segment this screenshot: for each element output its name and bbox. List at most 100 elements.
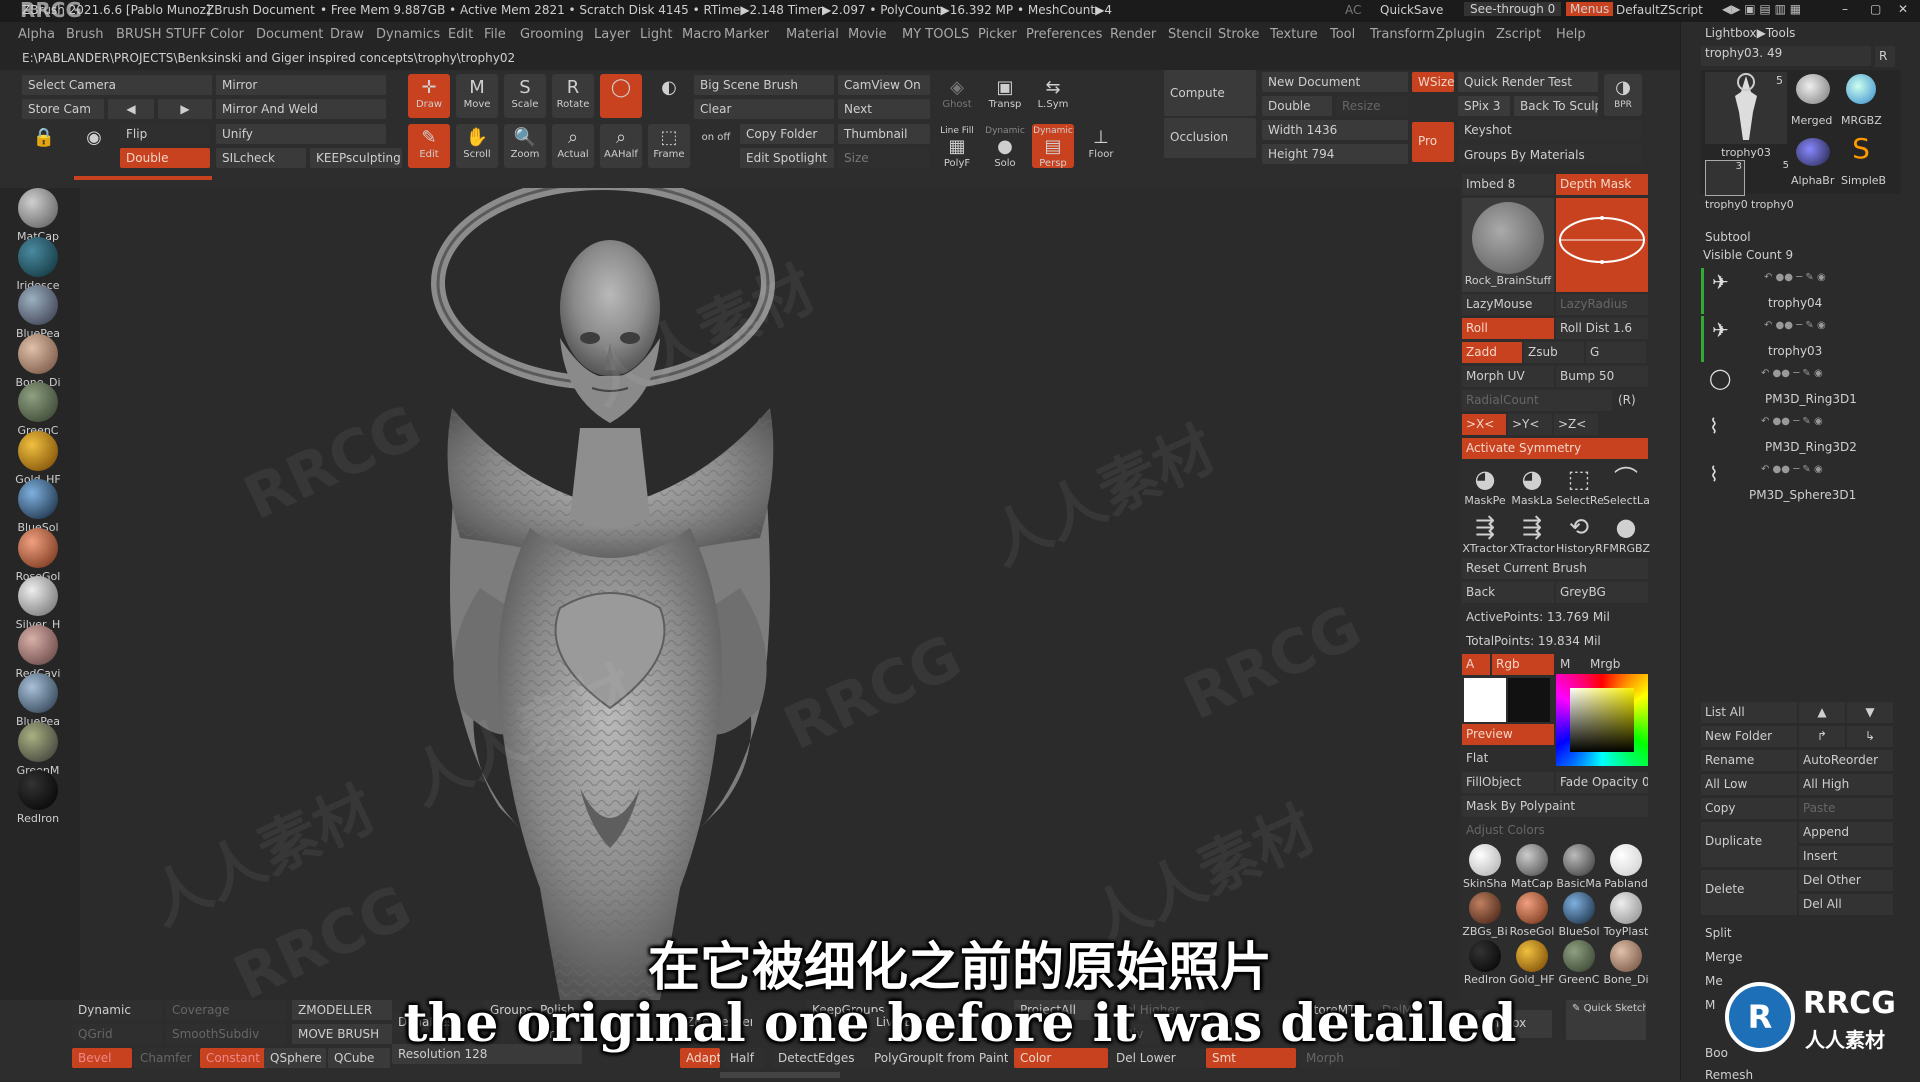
menu-zscript[interactable]: Zscript xyxy=(1496,27,1541,42)
menu-brush-stuff[interactable]: BRUSH STUFF xyxy=(116,27,206,42)
menu-file[interactable]: File xyxy=(484,27,506,42)
alphabrush-thumbnail[interactable] xyxy=(1791,132,1835,172)
subtool-toggles[interactable]: ↶ ●● ─ ✎ ◉ xyxy=(1761,464,1823,475)
flat-button[interactable]: Flat xyxy=(1462,748,1554,769)
brush-preview-icon[interactable]: ◯ xyxy=(600,74,642,118)
all-high-button[interactable]: All High xyxy=(1799,774,1893,795)
menu-macro[interactable]: Macro xyxy=(682,27,721,42)
depth-mask-button[interactable]: Depth Mask xyxy=(1556,174,1648,195)
clear-button[interactable]: Clear xyxy=(694,99,834,119)
move-up-icon[interactable]: ▲ xyxy=(1799,702,1845,723)
big-scene-brush-button[interactable]: Big Scene Brush xyxy=(694,75,834,95)
menu-edit[interactable]: Edit xyxy=(448,27,473,42)
mirror-button[interactable]: Mirror xyxy=(216,75,386,95)
edit-spotlight-button[interactable]: Edit Spotlight xyxy=(740,148,834,168)
rgb-button[interactable]: Rgb xyxy=(1492,654,1554,675)
subtool-item[interactable]: ⌇ ↶ ●● ─ ✎ ◉ PM3D_Ring3D2 xyxy=(1701,412,1901,458)
merged-thumbnail[interactable] xyxy=(1791,74,1835,114)
double-button[interactable]: Double xyxy=(120,148,210,168)
actual-button[interactable]: ⌕ Actual xyxy=(552,124,594,168)
radialcount-slider[interactable]: RadialCount xyxy=(1462,390,1612,411)
menu-material[interactable]: Material xyxy=(786,27,839,42)
menu-grooming[interactable]: Grooming xyxy=(520,27,584,42)
camview-button[interactable]: CamView On xyxy=(838,75,930,95)
new-folder-button[interactable]: New Folder xyxy=(1701,726,1797,747)
lock-icon[interactable]: 🔒 xyxy=(22,124,66,168)
greybg-button[interactable]: GreyBG xyxy=(1556,582,1648,603)
material-swatch[interactable]: GreenM xyxy=(14,721,62,777)
tool-shortcut-button[interactable]: ⬚ SelectRe xyxy=(1556,464,1604,510)
solo-button[interactable]: Dynamic ● Solo xyxy=(984,124,1026,169)
aahalf-button[interactable]: ⌕ AAHalf xyxy=(600,124,642,168)
rename-button[interactable]: Rename xyxy=(1701,750,1797,771)
polyf-button[interactable]: Line Fill ▦ PolyF xyxy=(936,124,978,169)
material-swatch[interactable]: RedIron xyxy=(14,770,62,825)
material-swatch[interactable]: BasicMa xyxy=(1556,844,1602,890)
width-slider[interactable]: Width 1436 xyxy=(1262,120,1408,140)
bump-slider[interactable]: Bump 50 xyxy=(1556,366,1648,387)
store-cam-button[interactable]: Store Cam xyxy=(22,99,104,119)
append-button[interactable]: Append xyxy=(1799,822,1893,843)
depth-mask-curve[interactable] xyxy=(1556,198,1648,292)
size-slider[interactable]: Size xyxy=(838,148,930,168)
menu-movie[interactable]: Movie xyxy=(848,27,886,42)
move-down-icon[interactable]: ▼ xyxy=(1847,702,1893,723)
sym-z-button[interactable]: >Z< xyxy=(1554,414,1598,435)
g-button[interactable]: G xyxy=(1586,342,1646,363)
material-swatch[interactable]: Iridesce xyxy=(14,236,62,292)
menu-color[interactable]: Color xyxy=(210,27,244,42)
subtool-item[interactable]: ✈ ↶ ●● ─ ✎ ◉ trophy04 xyxy=(1701,268,1901,314)
menus-toggle[interactable]: Menus xyxy=(1566,2,1614,16)
sphere-icon[interactable]: ◉ xyxy=(72,124,116,168)
roll-dist-slider[interactable]: Roll Dist 1.6 xyxy=(1556,318,1648,339)
quick-render-test-button[interactable]: Quick Render Test xyxy=(1458,72,1598,92)
menu-stencil[interactable]: Stencil xyxy=(1168,27,1212,42)
frame-button[interactable]: ⬚ Frame xyxy=(648,124,690,168)
menu-brush[interactable]: Brush xyxy=(66,27,104,42)
see-through-slider[interactable]: See-through 0 xyxy=(1464,2,1562,16)
silcheck-button[interactable]: SILcheck xyxy=(216,148,306,168)
mrgbz-thumbnail[interactable] xyxy=(1841,74,1881,114)
menu-zplugin[interactable]: Zplugin xyxy=(1436,27,1485,42)
imbed-slider[interactable]: Imbed 8 xyxy=(1462,174,1554,195)
material-swatch[interactable]: BluePea xyxy=(14,673,62,728)
brush-alpha-thumbnail[interactable]: Rock_BrainStuff xyxy=(1462,198,1554,292)
ghost-button[interactable]: ◈ Ghost xyxy=(936,74,978,118)
rotate-mode-button[interactable]: R Rotate xyxy=(552,74,594,118)
double-doc-button[interactable]: Double xyxy=(1262,96,1332,116)
mask-by-polypaint-button[interactable]: Mask By Polypaint xyxy=(1462,796,1648,817)
simplebrush-thumbnail[interactable]: S xyxy=(1841,132,1881,172)
morph-uv-button[interactable]: Morph UV xyxy=(1462,366,1554,387)
main-color-swatch[interactable] xyxy=(1464,678,1506,722)
copy-folder-button[interactable]: Copy Folder xyxy=(740,124,834,144)
tool-r-button[interactable]: R xyxy=(1875,46,1895,67)
edit-mode-button[interactable]: ✎ Edit xyxy=(408,124,450,168)
subtool-toggles[interactable]: ↶ ●● ─ ✎ ◉ xyxy=(1764,272,1826,283)
persp-button[interactable]: Dynamic ▤ Persp xyxy=(1032,124,1074,169)
next-camera-icon[interactable]: ▶ xyxy=(158,99,212,119)
material-swatch[interactable]: MatCap xyxy=(14,188,62,243)
occlusion-button[interactable]: Occlusion xyxy=(1164,118,1256,158)
mrgb-button[interactable]: Mrgb xyxy=(1586,654,1648,675)
subtool-toggles[interactable]: ↶ ●● ─ ✎ ◉ xyxy=(1764,320,1826,331)
mirror-and-weld-button[interactable]: Mirror And Weld xyxy=(216,99,386,119)
menu-document[interactable]: Document xyxy=(256,27,323,42)
back-to-sculpt-button[interactable]: Back To Sculpt xyxy=(1514,96,1598,116)
move-right-icon[interactable]: ↱ xyxy=(1799,726,1845,747)
fade-opacity-slider[interactable]: Fade Opacity 0 xyxy=(1556,772,1648,793)
material-swatch[interactable]: Gold_HF xyxy=(14,430,62,486)
menu-layer[interactable]: Layer xyxy=(594,27,630,42)
tool-shortcut-button[interactable]: ◕ MaskLa xyxy=(1509,464,1555,510)
bpr-button[interactable]: ◑ BPR xyxy=(1604,74,1642,116)
default-zscript-button[interactable]: DefaultZScript xyxy=(1616,3,1703,17)
menu-stroke[interactable]: Stroke xyxy=(1218,27,1259,42)
zsub-button[interactable]: Zsub xyxy=(1524,342,1584,363)
copy-button[interactable]: Copy xyxy=(1701,798,1797,819)
trophy0-thumbnail-a[interactable]: 3 xyxy=(1705,160,1745,196)
back-button[interactable]: Back xyxy=(1462,582,1554,603)
tool-shortcut-button[interactable]: ⇶ XTractor xyxy=(1462,512,1508,558)
quicksave-button[interactable]: QuickSave xyxy=(1380,3,1443,17)
activate-symmetry-button[interactable]: Activate Symmetry xyxy=(1462,438,1648,459)
layout-icons[interactable]: ◀▶ ▣ ▤ ▥ ▦ xyxy=(1722,2,1801,16)
material-swatch[interactable]: Pabland xyxy=(1603,844,1649,890)
